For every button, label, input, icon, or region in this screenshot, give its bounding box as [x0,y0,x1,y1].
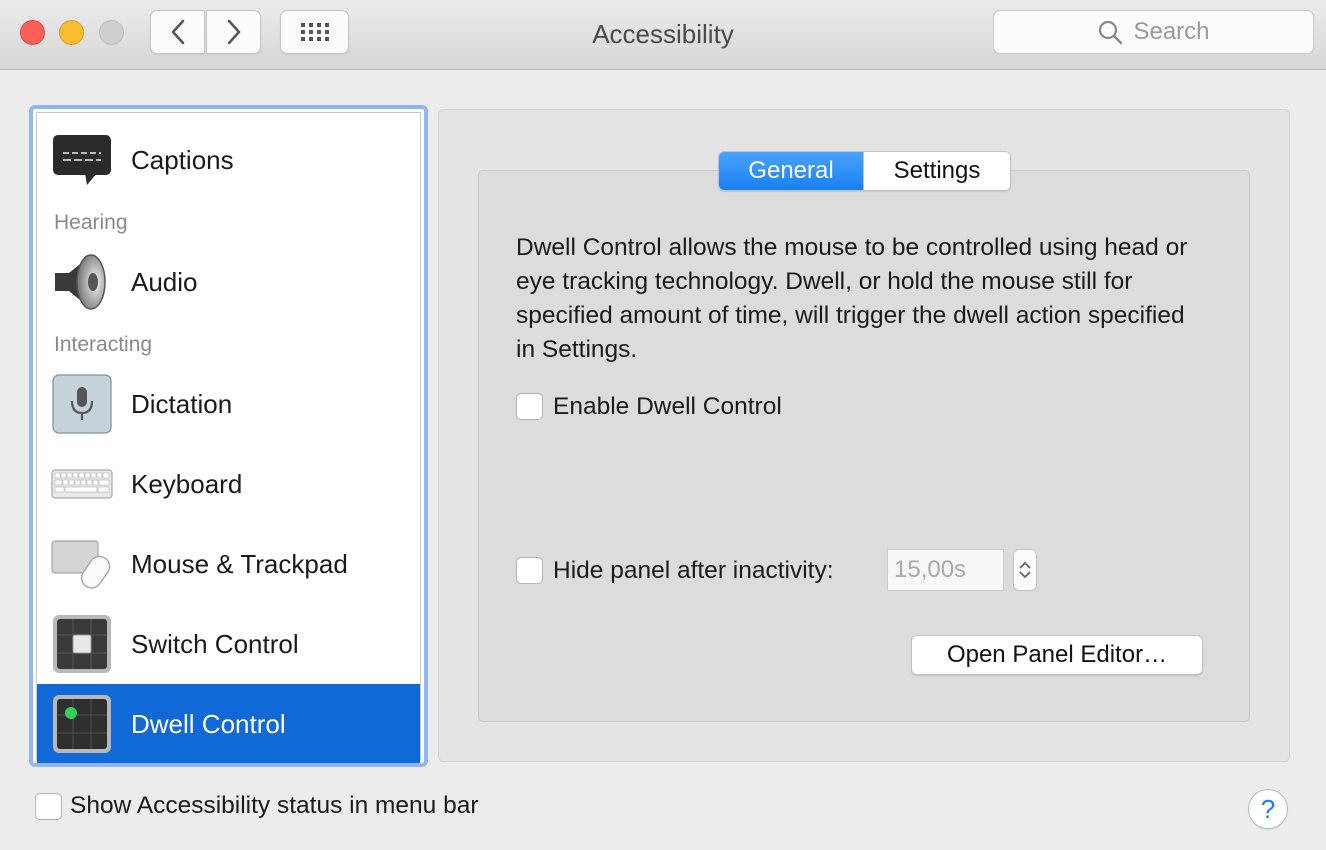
sidebar-item-keyboard[interactable]: Keyboard [37,444,420,524]
enable-dwell-control-checkbox[interactable] [516,393,543,420]
tab-settings[interactable]: Settings [863,152,1010,190]
sidebar-item-label: Keyboard [131,468,243,499]
sidebar-item-mouse-trackpad[interactable]: Mouse & Trackpad [37,524,420,604]
search-field[interactable]: Search [993,10,1314,54]
section-header-interacting: Interacting [54,333,153,356]
sidebar-item-label: Mouse & Trackpad [131,548,348,579]
sidebar-item-dwell-control[interactable]: Dwell Control [37,684,420,763]
microphone-icon [52,374,112,434]
inactivity-duration-field[interactable]: 15,00s [887,549,1004,591]
sidebar-item-label: Captions [131,144,234,175]
help-button[interactable]: ? [1248,789,1288,829]
keyboard-icon [51,469,113,499]
open-panel-editor-button[interactable]: Open Panel Editor… [911,635,1203,675]
mouse-trackpad-icon [51,540,111,589]
sidebar-item-label: Dictation [131,388,233,419]
sidebar: Captions Hearing Audio Interacting Dicta… [29,105,428,767]
sidebar-item-audio[interactable]: Audio [37,242,420,322]
sidebar-item-dictation[interactable]: Dictation [37,364,420,444]
sidebar-item-captions[interactable]: Captions [37,120,420,200]
inactivity-duration-stepper[interactable] [1013,549,1037,591]
switch-control-icon [53,615,111,673]
section-header-hearing: Hearing [54,211,128,234]
sidebar-item-label: Dwell Control [131,708,286,739]
tab-bar: General Settings [718,151,1011,191]
search-placeholder: Search [1133,18,1210,45]
hide-panel-checkbox[interactable] [516,557,543,584]
title-bar: Accessibility Search [0,0,1326,70]
description-text: Dwell Control allows the mouse to be con… [516,234,1188,363]
sidebar-item-label: Switch Control [131,628,299,659]
enable-dwell-control-label: Enable Dwell Control [553,393,782,420]
search-icon [1099,20,1123,45]
show-status-menu-bar-checkbox[interactable] [35,793,62,820]
hide-panel-label: Hide panel after inactivity: [553,557,834,584]
stepper-down-icon[interactable] [1018,570,1032,580]
speaker-icon [55,254,106,310]
dwell-control-icon [53,695,111,753]
captions-icon [53,135,111,185]
sidebar-list: Captions Hearing Audio Interacting Dicta… [36,112,421,763]
sidebar-item-label: Audio [131,266,198,297]
stepper-up-icon[interactable] [1018,560,1032,570]
tab-general[interactable]: General [719,152,863,190]
show-status-menu-bar-label: Show Accessibility status in menu bar [70,792,479,819]
sidebar-item-switch-control[interactable]: Switch Control [37,604,420,684]
